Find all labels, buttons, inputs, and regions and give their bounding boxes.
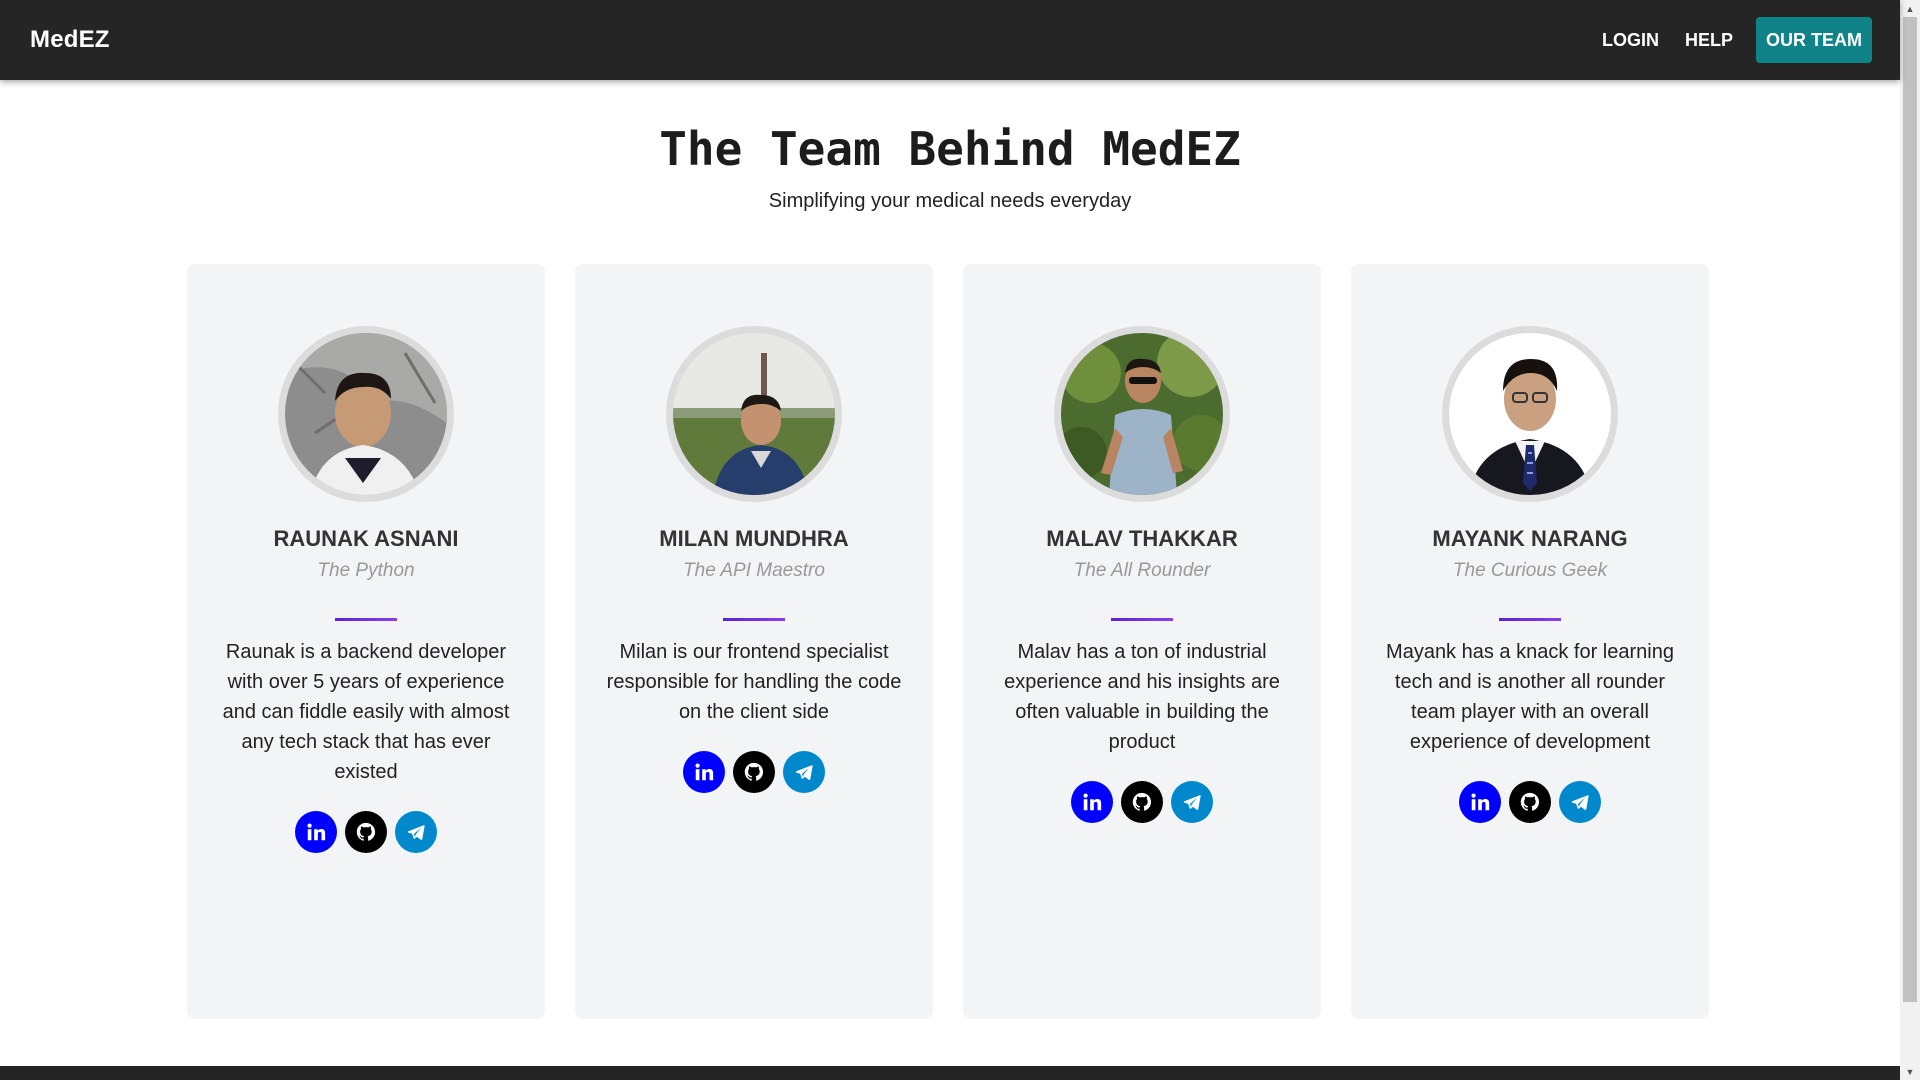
- linkedin-icon[interactable]: [295, 811, 337, 853]
- nav-our-team-link[interactable]: OUR TEAM: [1756, 17, 1872, 63]
- divider: [723, 618, 785, 621]
- telegram-icon[interactable]: [395, 811, 437, 853]
- nav-login-link[interactable]: LOGIN: [1589, 17, 1672, 63]
- telegram-icon[interactable]: [1171, 781, 1213, 823]
- member-name: RAUNAK ASNANI: [273, 526, 459, 551]
- member-role: The All Rounder: [1073, 560, 1211, 581]
- vertical-scrollbar[interactable]: ▲ ▼: [1900, 0, 1920, 1080]
- github-icon[interactable]: [733, 751, 775, 793]
- linkedin-icon[interactable]: [1071, 781, 1113, 823]
- avatar: [1449, 333, 1611, 495]
- member-bio: Raunak is a backend developer with over …: [222, 641, 510, 783]
- member-name: MAYANK NARANG: [1432, 526, 1628, 551]
- avatar-frame: [666, 326, 842, 502]
- member-bio: Milan is our frontend specialist respons…: [606, 641, 902, 723]
- scrollbar-thumb[interactable]: [1903, 17, 1917, 1002]
- nav-help-link[interactable]: HELP: [1672, 17, 1746, 63]
- member-bio: Mayank has a knack for learning tech and…: [1386, 641, 1674, 753]
- member-role: The API Maestro: [683, 560, 825, 581]
- telegram-icon[interactable]: [783, 751, 825, 793]
- github-icon[interactable]: [345, 811, 387, 853]
- avatar: [285, 333, 447, 495]
- github-icon[interactable]: [1509, 781, 1551, 823]
- avatar: [1061, 333, 1223, 495]
- page-title: The Team Behind MedEZ: [659, 122, 1241, 176]
- telegram-icon[interactable]: [1559, 781, 1601, 823]
- social-links: [187, 811, 545, 853]
- divider: [335, 618, 397, 621]
- avatar-frame: [1442, 326, 1618, 502]
- team-card: MAYANK NARANG The Curious Geek Mayank ha…: [1351, 264, 1709, 1019]
- member-role: The Curious Geek: [1452, 560, 1608, 581]
- scroll-up-arrow-icon[interactable]: ▲: [1900, 0, 1920, 17]
- navbar: MedEZ LOGIN HELP OUR TEAM: [0, 0, 1900, 80]
- brand-logo[interactable]: MedEZ: [30, 26, 110, 54]
- social-links: [963, 781, 1321, 823]
- team-card: MILAN MUNDHRA The API Maestro Milan is o…: [575, 264, 933, 1019]
- member-name: MALAV THAKKAR: [1046, 526, 1238, 551]
- team-card: RAUNAK ASNANI The Python Raunak is a bac…: [187, 264, 545, 1019]
- nav-links: LOGIN HELP OUR TEAM: [1589, 17, 1872, 63]
- linkedin-icon[interactable]: [683, 751, 725, 793]
- avatar-frame: [278, 326, 454, 502]
- divider: [1111, 618, 1173, 621]
- page-subtitle: Simplifying your medical needs everyday: [768, 190, 1132, 212]
- avatar-frame: [1054, 326, 1230, 502]
- github-icon[interactable]: [1121, 781, 1163, 823]
- avatar: [673, 333, 835, 495]
- social-links: [1351, 781, 1709, 823]
- member-role: The Python: [317, 560, 415, 581]
- footer-strip: [0, 1066, 1900, 1080]
- divider: [1499, 618, 1561, 621]
- member-name: MILAN MUNDHRA: [659, 526, 849, 551]
- member-bio: Malav has a ton of industrial experience…: [1004, 641, 1280, 753]
- linkedin-icon[interactable]: [1459, 781, 1501, 823]
- scroll-down-arrow-icon[interactable]: ▼: [1900, 1063, 1920, 1080]
- social-links: [575, 751, 933, 793]
- team-card: MALAV THAKKAR The All Rounder Malav has …: [963, 264, 1321, 1019]
- team-cards: RAUNAK ASNANI The Python Raunak is a bac…: [187, 264, 1709, 1019]
- page-header: The Team Behind MedEZ Simplifying your m…: [0, 80, 1900, 213]
